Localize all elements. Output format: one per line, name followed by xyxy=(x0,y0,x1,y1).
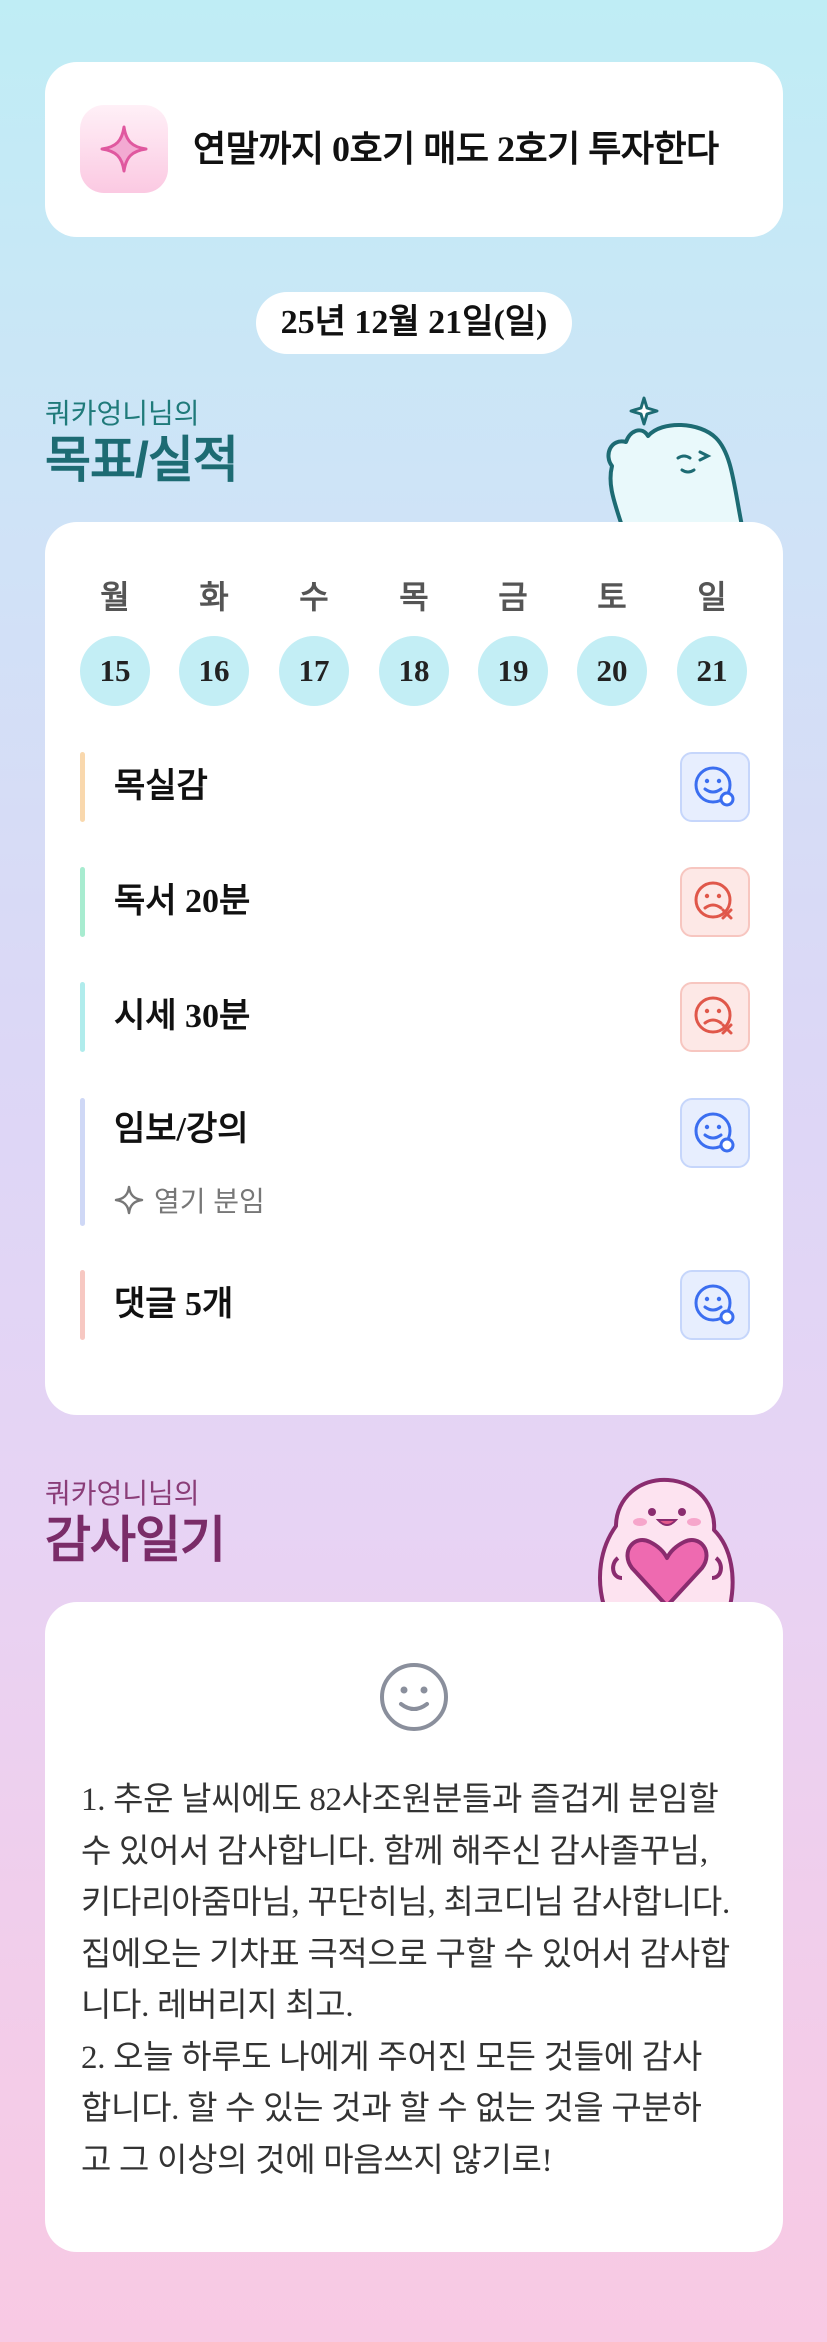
task-color-bar xyxy=(80,1270,85,1340)
smiley-check-icon xyxy=(694,1112,735,1153)
task-row: 목실감 xyxy=(80,752,750,822)
diary-line: 합니다. 할 수 있는 것과 할 수 없는 것을 구분하 xyxy=(81,2091,702,2127)
smiley-icon xyxy=(380,1663,448,1731)
task-label: 시세 30분 xyxy=(114,998,251,1035)
diary-line: 니다. 레버리지 최고. xyxy=(81,1988,354,2024)
day-number[interactable]: 19 xyxy=(478,636,548,706)
day-name: 일 xyxy=(697,579,727,615)
status-failed-button[interactable] xyxy=(680,982,750,1052)
day-number[interactable]: 17 xyxy=(279,636,349,706)
task-note: 열기 분임 xyxy=(114,1180,265,1220)
diary-line: 집에오는 기차표 극적으로 구할 수 있어서 감사합 xyxy=(81,1936,730,1973)
diary-line: 수 있어서 감사합니다. 함께 해주신 감사졸꾸님, xyxy=(81,1833,708,1870)
task-row: 시세 30분 xyxy=(80,982,750,1052)
mascot-heart-illustration xyxy=(598,1477,735,1606)
status-done-button[interactable] xyxy=(680,1270,750,1340)
status-done-button[interactable] xyxy=(680,1098,750,1168)
sparkle-outline-icon xyxy=(114,1185,144,1215)
day-name: 금 xyxy=(498,579,528,615)
day-number[interactable]: 15 xyxy=(80,636,150,706)
sad-x-icon xyxy=(694,881,733,920)
day-name: 토 xyxy=(597,579,627,615)
task-color-bar xyxy=(80,982,85,1052)
task-row: 임보/강의 열기 분임 xyxy=(80,1098,750,1226)
day-name: 목 xyxy=(399,579,429,615)
status-done-button[interactable] xyxy=(680,752,750,822)
diary-line: 고 그 이상의 것에 마음쓰지 않기로! xyxy=(81,2142,553,2179)
day-number[interactable]: 20 xyxy=(577,636,647,706)
mascot-thumbs-up-illustration xyxy=(606,396,744,526)
diary-card: 1. 추운 날씨에도 82사조원분들과 즐겁게 분임할 수 있어서 감사합니다.… xyxy=(45,1602,783,2252)
task-color-bar xyxy=(80,867,85,937)
smiley-check-icon xyxy=(694,766,735,807)
goal-card: 연말까지 0호기 매도 2호기 투자한다 xyxy=(45,62,783,237)
date-label: 25년 12월 21일(일) xyxy=(256,292,572,354)
day-number[interactable]: 18 xyxy=(379,636,449,706)
day-number[interactable]: 16 xyxy=(179,636,249,706)
thanks-section-title: 감사일기 xyxy=(45,1512,226,1568)
task-row: 독서 20분 xyxy=(80,867,750,937)
task-label: 댓글 5개 xyxy=(114,1286,234,1323)
task-color-bar xyxy=(80,752,85,822)
task-color-bar xyxy=(80,1098,85,1226)
diary-text: 1. 추운 날씨에도 82사조원분들과 즐겁게 분임할 수 있어서 감사합니다.… xyxy=(81,1775,761,2187)
sad-x-icon xyxy=(694,996,733,1035)
task-label: 임보/강의 xyxy=(114,1111,249,1148)
goals-card: 월 15 화 16 수 17 목 18 금 19 토 20 일 21 목실감 독… xyxy=(45,522,783,1415)
task-row: 댓글 5개 xyxy=(80,1270,750,1340)
task-note-text: 열기 분임 xyxy=(154,1186,265,1217)
diary-line: 1. 추운 날씨에도 82사조원분들과 즐겁게 분임할 xyxy=(81,1782,719,1818)
day-name: 월 xyxy=(100,579,130,615)
status-failed-button[interactable] xyxy=(680,867,750,937)
diary-line: 2. 오늘 하루도 나에게 주어진 모든 것들에 감사 xyxy=(81,2039,702,2076)
day-name: 수 xyxy=(299,579,329,615)
day-name: 화 xyxy=(199,579,229,615)
goals-section-title: 목표/실적 xyxy=(45,432,239,488)
sparkle-icon xyxy=(80,105,168,193)
smiley-check-icon xyxy=(694,1284,735,1325)
diary-line: 키다리아줌마님, 꾸단히님, 최코디님 감사합니다. xyxy=(81,1885,730,1921)
task-label: 독서 20분 xyxy=(114,883,251,920)
day-number[interactable]: 21 xyxy=(677,636,747,706)
goal-text: 연말까지 0호기 매도 2호기 투자한다 xyxy=(193,129,719,169)
task-label: 목실감 xyxy=(114,768,208,805)
